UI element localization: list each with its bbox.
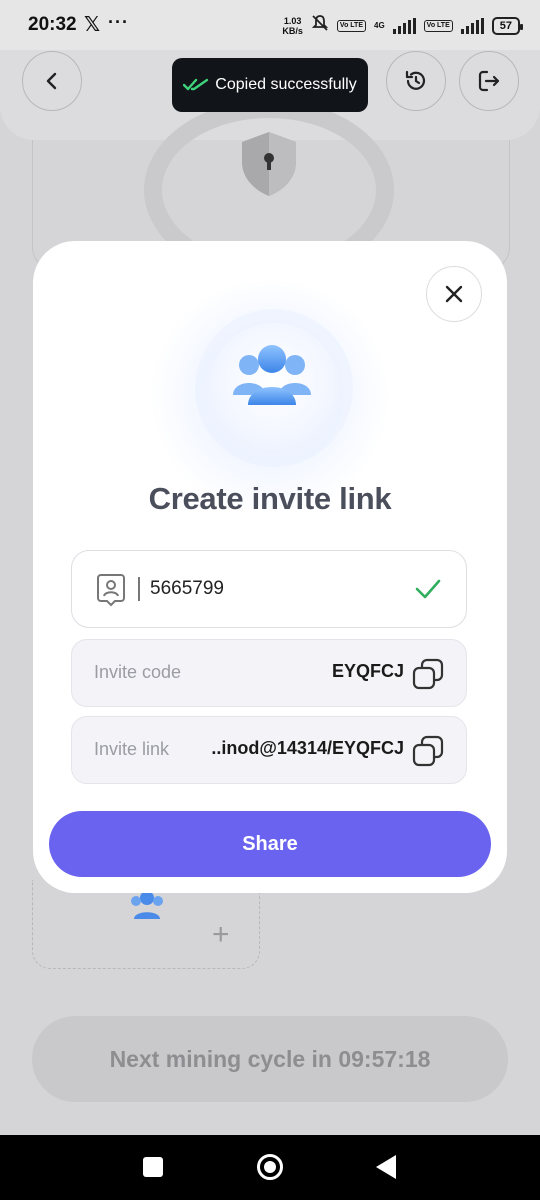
home-icon[interactable]	[257, 1154, 283, 1180]
network-speed: 1.03 KB/s	[282, 15, 303, 36]
network-type: 4G	[374, 21, 385, 30]
copied-toast: Copied successfully	[172, 58, 368, 112]
text-cursor	[138, 577, 140, 601]
invite-modal: Create invite link 5665799 Invite code E…	[33, 241, 507, 893]
signal-icon-2	[460, 17, 484, 34]
close-button[interactable]	[426, 266, 482, 322]
user-id-value: 5665799	[150, 578, 224, 599]
status-time: 20:32	[28, 14, 77, 35]
mute-icon	[311, 14, 329, 37]
invite-code-label: Invite code	[94, 662, 182, 682]
logout-icon	[478, 70, 500, 92]
shield-lock-icon	[242, 132, 296, 196]
user-badge-icon	[97, 574, 125, 607]
x-app-icon: 𝕏	[84, 14, 101, 36]
volte-badge-1: Vo LTE	[336, 19, 366, 32]
battery-icon: 57	[491, 16, 524, 35]
status-bar: 20:32 𝕏 ··· 1.03 KB/s Vo LTE 4G Vo LTE 5…	[0, 0, 540, 50]
check-icon	[415, 579, 441, 599]
volte-badge-2: Vo LTE	[423, 19, 453, 32]
back-nav-icon[interactable]	[376, 1155, 396, 1179]
copy-link-icon[interactable]	[412, 735, 444, 767]
invite-link-label: Invite link	[94, 739, 170, 759]
add-icon[interactable]: +	[212, 918, 230, 952]
copy-icon[interactable]	[412, 658, 444, 690]
invite-code-value: EYQFCJ	[331, 661, 404, 681]
close-icon	[445, 285, 463, 303]
chevron-left-icon	[46, 72, 57, 90]
toast-text: Copied successfully	[215, 76, 357, 93]
system-nav-bar	[0, 1135, 540, 1200]
double-check-icon	[183, 78, 209, 91]
signal-icon-1	[392, 17, 416, 34]
share-button[interactable]: Share	[49, 811, 491, 877]
modal-title: Create invite link	[148, 481, 392, 516]
more-notifications-icon: ···	[108, 12, 129, 32]
recents-icon[interactable]	[143, 1157, 163, 1177]
people-group-icon	[233, 345, 311, 405]
user-id-field[interactable]: 5665799	[71, 550, 467, 628]
history-button[interactable]	[386, 51, 446, 111]
history-icon	[405, 70, 426, 90]
logout-button[interactable]	[459, 51, 519, 111]
back-button[interactable]	[22, 51, 82, 111]
invite-link-value: ..inod@14314/EYQFCJ	[211, 738, 404, 758]
invite-link-field: Invite link ..inod@14314/EYQFCJ	[71, 716, 467, 784]
mining-cycle-bar: Next mining cycle in 09:57:18	[32, 1016, 508, 1102]
invite-code-field: Invite code EYQFCJ	[71, 639, 467, 707]
